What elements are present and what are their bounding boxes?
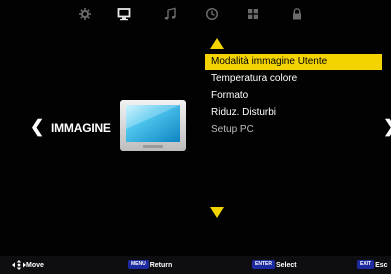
menu-item-temperatura-colore[interactable]: Temperatura colore [205, 71, 382, 87]
enter-key-badge: ENTER [252, 260, 275, 269]
move-hint: Move [12, 260, 44, 271]
exit-label: Esc [375, 262, 388, 269]
scroll-down-arrow[interactable] [210, 207, 224, 218]
monitor-icon[interactable] [117, 7, 131, 21]
previous-category-arrow[interactable]: ❮ [30, 117, 44, 137]
exit-hint: EXIT Esc [357, 260, 388, 271]
lock-icon[interactable] [290, 7, 304, 21]
menu-key-badge: MENU [128, 260, 149, 269]
tv-illustration-icon [119, 99, 187, 152]
move-arrows-icon [12, 260, 26, 270]
return-label: Return [149, 262, 173, 269]
menu-item-riduz-disturbi[interactable]: Riduz. Disturbi [205, 105, 382, 121]
picture-menu: Modalità immagine Utente Temperatura col… [205, 33, 385, 233]
clock-icon[interactable] [205, 7, 219, 21]
return-hint: MENU Return [128, 260, 172, 271]
menu-item-modalita-immagine[interactable]: Modalità immagine Utente [205, 54, 382, 70]
move-label: Move [26, 262, 44, 269]
bottom-hint-bar: Move MENU Return ENTER Select EXIT Esc [0, 256, 391, 274]
scroll-up-arrow[interactable] [210, 38, 224, 49]
select-label: Select [275, 262, 297, 269]
grid-icon[interactable] [246, 7, 260, 21]
category-title: IMMAGINE [51, 121, 111, 135]
select-hint: ENTER Select [252, 260, 297, 271]
music-note-icon[interactable] [163, 7, 177, 21]
menu-item-formato[interactable]: Formato [205, 88, 382, 104]
top-icon-bar [60, 0, 310, 26]
menu-item-setup-pc: Setup PC [211, 124, 254, 135]
tv-menu-screen: ❮ ❯ IMMAGINE Modalità imma [0, 0, 391, 274]
gear-icon[interactable] [78, 7, 92, 21]
exit-key-badge: EXIT [357, 260, 375, 269]
